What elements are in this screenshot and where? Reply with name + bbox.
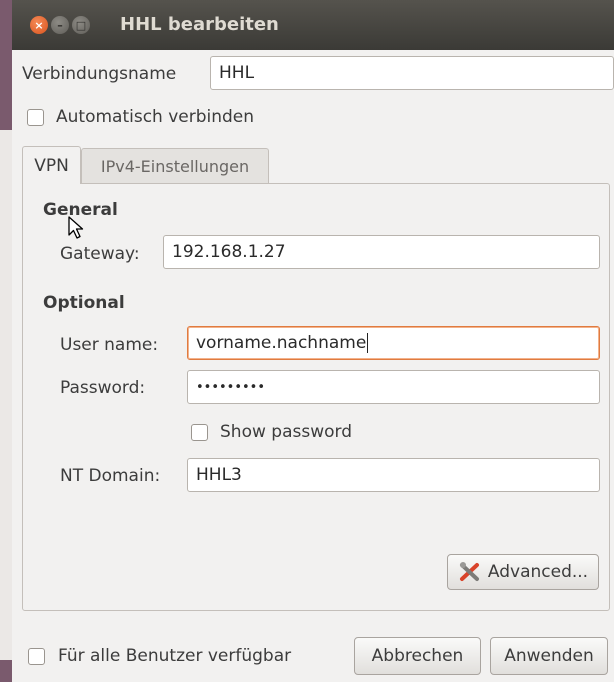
maximize-icon: □ xyxy=(75,18,87,32)
tab-vpn[interactable]: VPN xyxy=(22,146,81,184)
auto-connect-label[interactable]: Automatisch verbinden xyxy=(56,107,254,127)
close-icon: × xyxy=(34,18,44,32)
minimize-icon: – xyxy=(57,18,63,32)
nt-domain-input[interactable]: HHL3 xyxy=(187,458,600,492)
show-password-label[interactable]: Show password xyxy=(220,422,352,442)
username-value: vorname.nachname xyxy=(196,333,367,353)
tab-ipv4-label: IPv4-Einstellungen xyxy=(100,156,250,176)
minimize-button[interactable]: – xyxy=(51,16,69,34)
text-caret xyxy=(367,333,369,353)
advanced-label: Advanced... xyxy=(487,562,589,582)
password-input[interactable]: ••••••••• xyxy=(187,370,600,404)
apply-label: Anwenden xyxy=(504,646,594,666)
all-users-label[interactable]: Für alle Benutzer verfügbar xyxy=(58,646,291,666)
all-users-checkbox[interactable] xyxy=(28,648,45,665)
password-value: ••••••••• xyxy=(196,379,266,395)
mouse-pointer-icon xyxy=(68,216,84,239)
connection-name-value: HHL xyxy=(219,63,255,83)
apply-button[interactable]: Anwenden xyxy=(490,637,608,675)
cancel-button[interactable]: Abbrechen xyxy=(354,637,481,675)
tab-ipv4-settings[interactable]: IPv4-Einstellungen xyxy=(81,148,269,183)
nt-domain-value: HHL3 xyxy=(196,465,242,485)
cancel-label: Abbrechen xyxy=(371,646,464,666)
username-label: User name: xyxy=(60,335,159,355)
vpn-settings-panel: General Gateway: 192.168.1.27 Optional U… xyxy=(22,183,610,611)
gateway-label: Gateway: xyxy=(60,244,140,264)
connection-name-input[interactable]: HHL xyxy=(210,56,614,90)
optional-heading: Optional xyxy=(43,293,125,313)
gateway-input[interactable]: 192.168.1.27 xyxy=(163,235,600,269)
password-label: Password: xyxy=(60,378,146,398)
username-input[interactable]: vorname.nachname xyxy=(187,326,600,360)
close-button[interactable]: × xyxy=(30,16,48,34)
dialog-window: × – □ HHL bearbeiten Verbindungsname HHL… xyxy=(12,0,614,682)
tools-icon xyxy=(459,562,479,581)
show-password-checkbox[interactable] xyxy=(191,424,208,441)
nt-domain-label: NT Domain: xyxy=(60,466,161,486)
connection-name-label: Verbindungsname xyxy=(22,64,177,84)
tab-vpn-label: VPN xyxy=(34,155,69,176)
window-title: HHL bearbeiten xyxy=(120,14,279,35)
maximize-button[interactable]: □ xyxy=(72,16,90,34)
advanced-button[interactable]: Advanced... xyxy=(447,554,599,590)
auto-connect-checkbox[interactable] xyxy=(27,109,44,126)
title-bar[interactable]: × – □ HHL bearbeiten xyxy=(12,0,614,50)
gateway-value: 192.168.1.27 xyxy=(172,242,286,262)
